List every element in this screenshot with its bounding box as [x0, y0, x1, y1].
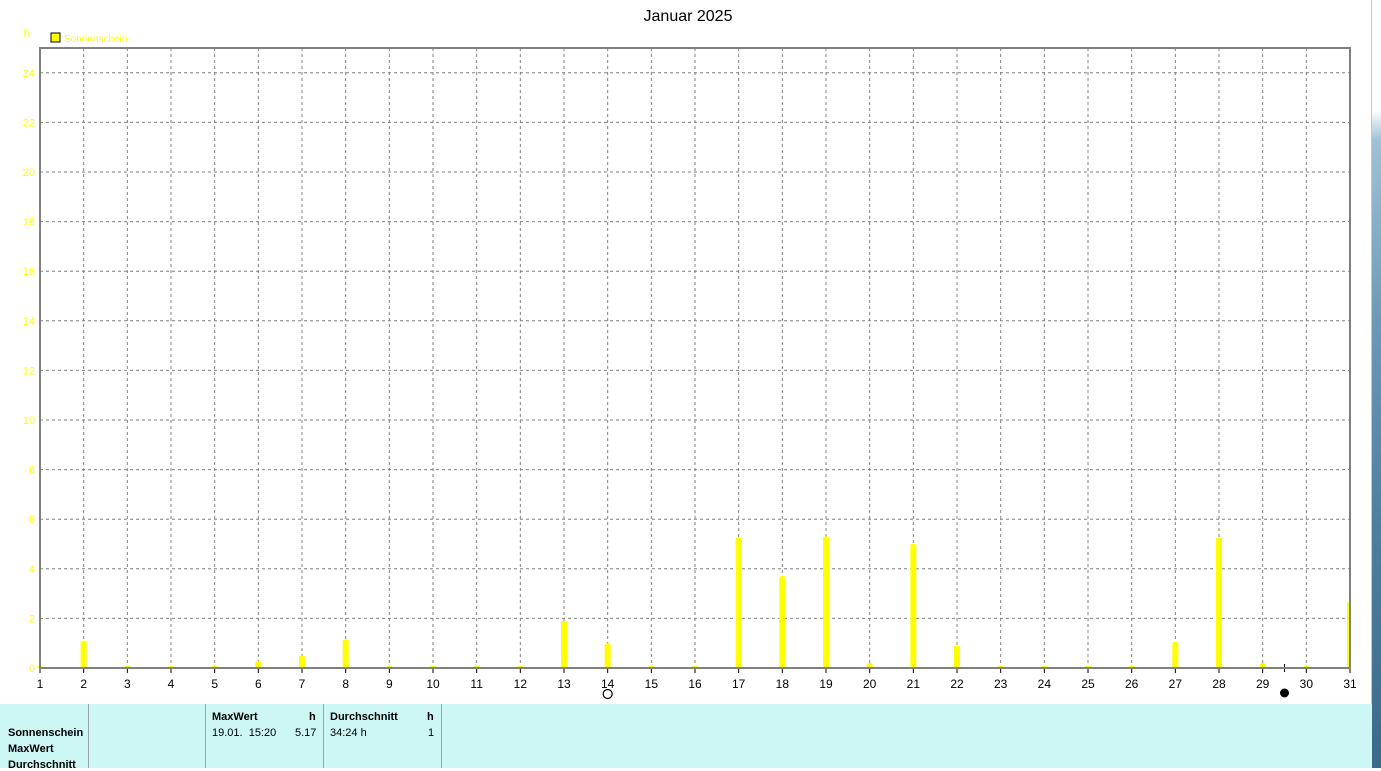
bar [80, 640, 87, 668]
x-tick-label: 6 [255, 677, 262, 691]
bar [1172, 641, 1179, 668]
x-tick-label: 28 [1212, 677, 1226, 691]
y-tick-label: 14 [23, 316, 35, 328]
y-tick-label: 2 [29, 613, 35, 625]
column-divider [88, 704, 89, 768]
bar [954, 645, 960, 668]
y-tick-label: 10 [23, 415, 35, 427]
moon-markers [602, 664, 1289, 700]
legend-swatch [50, 32, 61, 43]
bar [1216, 537, 1222, 668]
x-tick-label: 22 [950, 677, 964, 691]
column-divider [441, 704, 442, 768]
maxwert-datetime: 19.01. 15:20 [212, 727, 277, 739]
y-tick-label: 24 [23, 68, 35, 80]
x-tick-label: 25 [1081, 677, 1095, 691]
background-window-strip [1372, 0, 1381, 768]
x-tick-label: 18 [776, 677, 790, 691]
chart-title: Januar 2025 [644, 8, 733, 25]
maxwert-unit: h [309, 711, 316, 723]
x-tick-label: 1 [37, 677, 44, 691]
x-tick-label: 13 [557, 677, 571, 691]
x-tick-label: 24 [1038, 677, 1052, 691]
x-tick-label: 17 [732, 677, 746, 691]
x-tick-label: 3 [124, 677, 131, 691]
x-tick-label: 31 [1343, 677, 1357, 691]
y-tick-label: 12 [23, 365, 35, 377]
durchschnitt-value: 34:24 h [330, 727, 367, 739]
x-tick-label: 26 [1125, 677, 1139, 691]
bar [299, 655, 305, 668]
y-tick-label: 16 [23, 266, 35, 278]
durchschnitt-unit: h [427, 711, 434, 723]
bar [910, 544, 917, 668]
x-tick-label: 10 [426, 677, 440, 691]
legend-label: Sonnenschein [64, 34, 127, 45]
y-tick-label: 18 [23, 217, 35, 229]
x-tick-label: 21 [907, 677, 921, 691]
x-tick-label: 5 [211, 677, 218, 691]
maxwert-header: MaxWert [212, 711, 258, 723]
stats-panel: Sonnenschein MaxWert Durchschnitt MaxWer… [0, 704, 1372, 771]
bar [561, 620, 567, 668]
gridlines [40, 48, 1350, 668]
x-tick-label: 29 [1256, 677, 1270, 691]
x-tick-label: 30 [1300, 677, 1314, 691]
x-tick-label: 7 [299, 677, 306, 691]
x-tick-label: 15 [645, 677, 659, 691]
x-tick-label: 14 [601, 677, 615, 691]
y-tick-label: 4 [29, 564, 35, 576]
full-moon-icon [602, 688, 613, 700]
x-tick-label: 4 [168, 677, 175, 691]
x-tick-label: 9 [386, 677, 393, 691]
y-tick-label: 20 [23, 167, 35, 179]
x-tick-label: 11 [470, 677, 483, 691]
sunshine-chart: Januar 2025 h Sonnenschein 0246810121416… [23, 8, 1357, 700]
durchschnitt-header: Durchschnitt [330, 711, 398, 723]
y-tick-label: 0 [29, 663, 35, 675]
bars [37, 536, 1350, 668]
durchschnitt-count: 1 [428, 727, 435, 739]
y-tick-label: 22 [23, 117, 35, 129]
x-tick-label: 12 [514, 677, 528, 691]
x-tick-label: 20 [863, 677, 877, 691]
x-tick-label: 27 [1169, 677, 1183, 691]
bar [604, 643, 611, 668]
row-label-durchschnitt: Durchschnitt [8, 759, 76, 771]
x-tick-label: 16 [688, 677, 702, 691]
x-tick-labels: 1 2 3 4 5 6 7 8 9 10 11 12 13 14 15 16 17 18 19 20 21 22 23 24 2… [37, 668, 1357, 691]
x-tick-label: 8 [342, 677, 349, 691]
bar [735, 537, 742, 668]
bar [823, 536, 829, 668]
row-label-sonnenschein: Sonnenschein [8, 727, 84, 739]
y-tick-label: 8 [29, 465, 35, 477]
maxwert-column: MaxWert h 19.01. 15:20 5.17 [206, 704, 323, 768]
x-tick-label: 23 [994, 677, 1008, 691]
y-tick-labels: 024681012141618202224 [23, 68, 35, 675]
durchschnitt-column: Durchschnitt h 34:24 h 1 [324, 704, 441, 768]
new-moon-icon [1280, 688, 1289, 698]
row-label-maxwert: MaxWert [8, 743, 54, 755]
bar [342, 639, 349, 668]
y-axis-unit: h [24, 26, 31, 40]
y-tick-label: 6 [29, 514, 35, 526]
bar [779, 576, 786, 668]
maxwert-value: 5.17 [295, 727, 317, 739]
x-tick-label: 19 [819, 677, 833, 691]
x-tick-label: 2 [80, 677, 87, 691]
